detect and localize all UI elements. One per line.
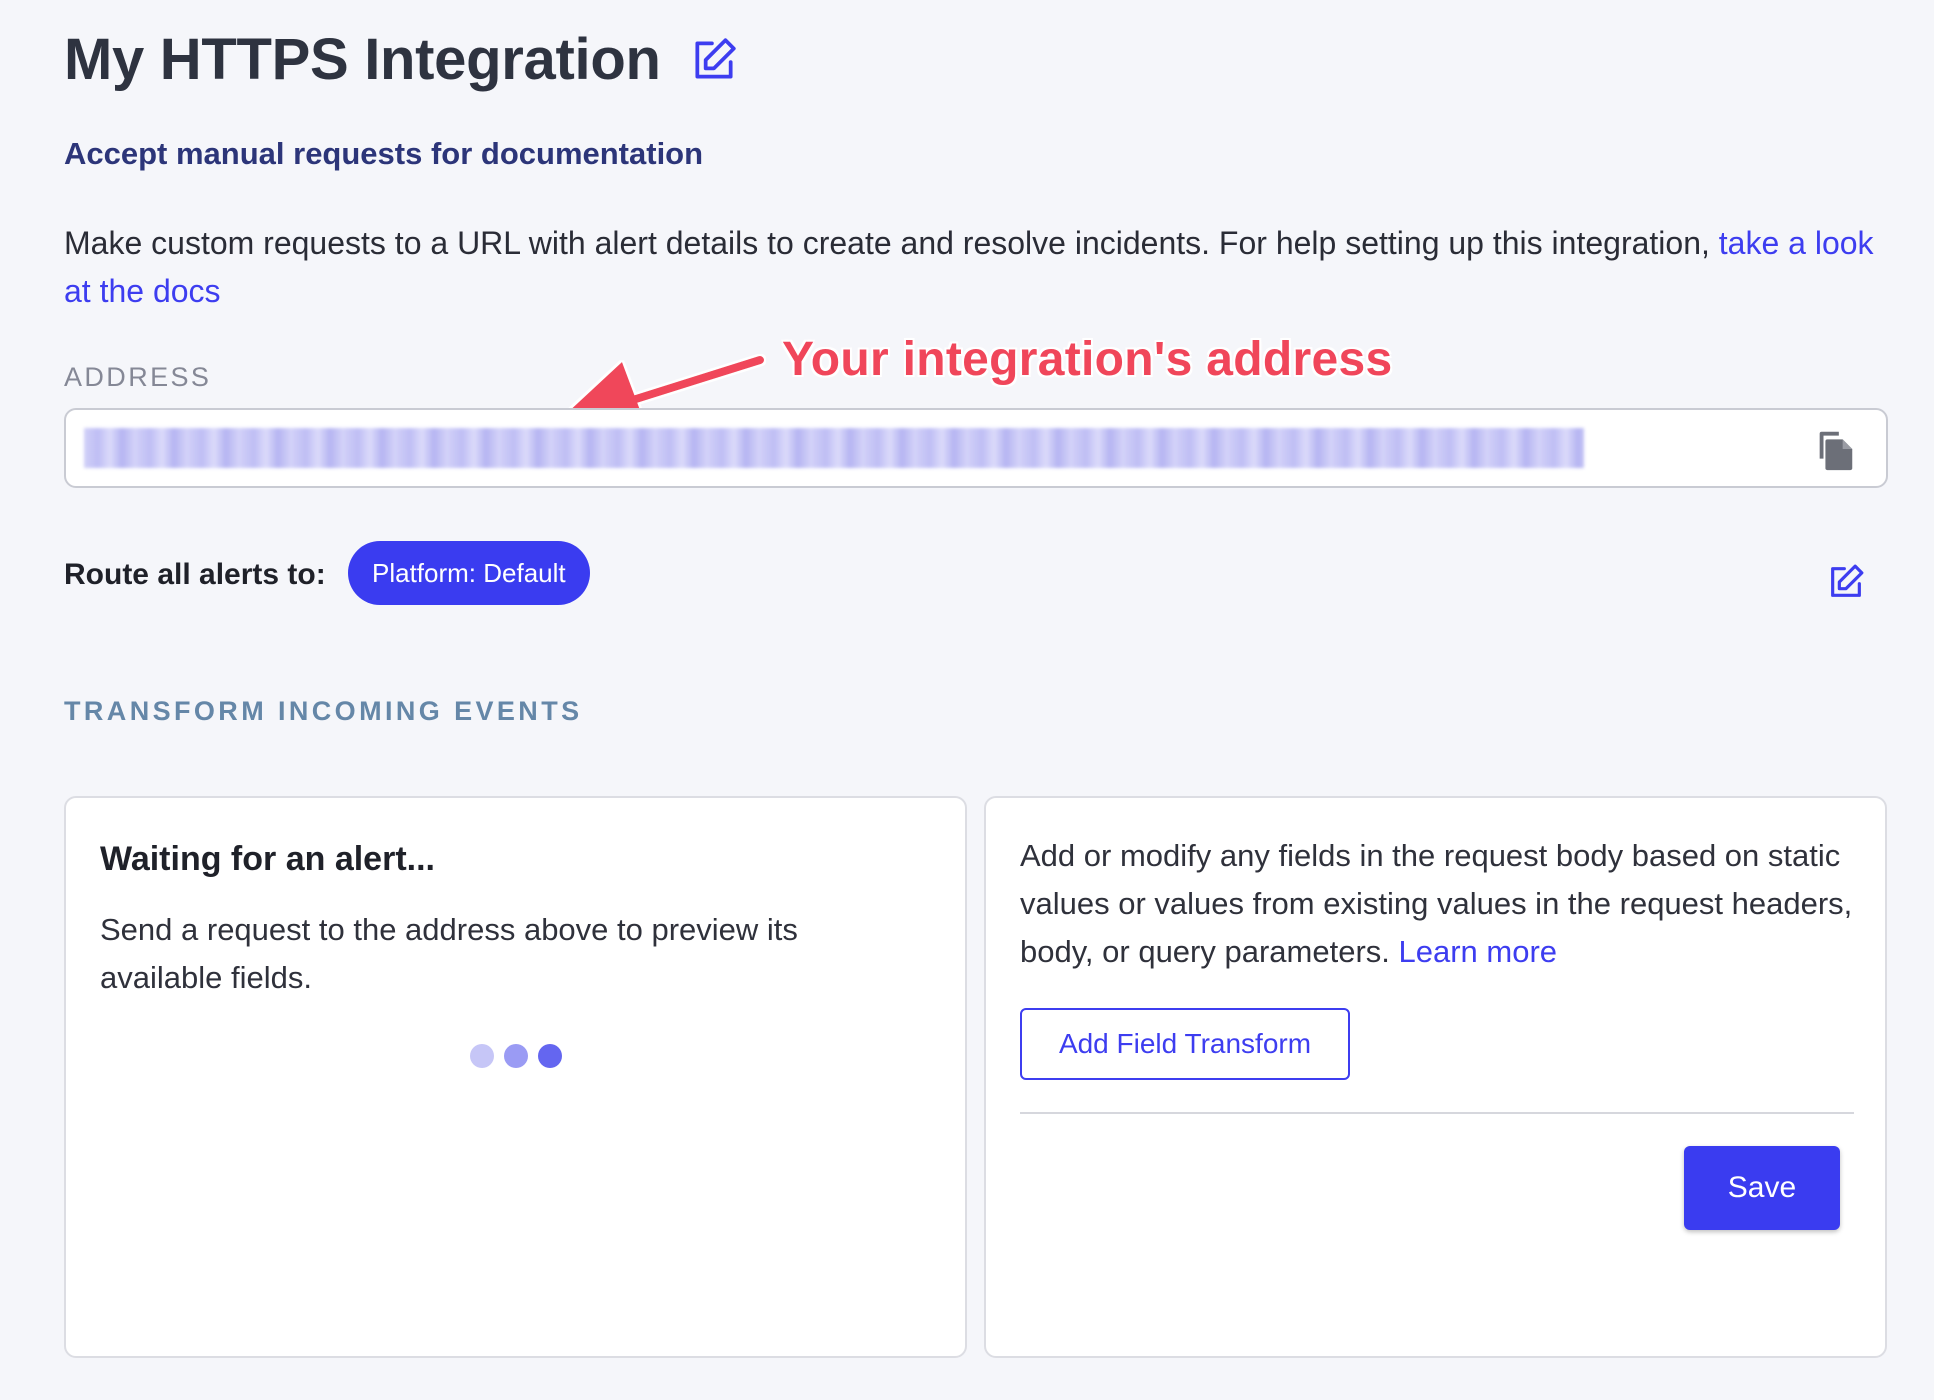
learn-more-link[interactable]: Learn more xyxy=(1399,934,1558,969)
description-text: Make custom requests to a URL with alert… xyxy=(64,225,1719,261)
save-button[interactable]: Save xyxy=(1684,1146,1840,1230)
edit-route-icon[interactable] xyxy=(1826,562,1866,602)
loading-indicator xyxy=(470,1044,562,1068)
preview-text: Send a request to the address above to p… xyxy=(100,912,798,995)
loading-dot xyxy=(504,1044,528,1068)
address-value[interactable] xyxy=(84,428,1584,468)
address-field[interactable] xyxy=(64,408,1888,488)
divider xyxy=(1020,1112,1854,1114)
preview-title: Waiting for an alert... xyxy=(100,840,435,878)
route-target-pill[interactable]: Platform: Default xyxy=(348,541,590,605)
annotation-label: Your integration's address xyxy=(782,333,1393,386)
alert-preview-card: Waiting for an alert... Send a request t… xyxy=(64,796,967,1358)
route-label: Route all alerts to: xyxy=(64,558,326,591)
loading-dot xyxy=(470,1044,494,1068)
add-field-transform-button[interactable]: Add Field Transform xyxy=(1020,1008,1350,1080)
page-title: My HTTPS Integration xyxy=(64,27,661,92)
title-row: My HTTPS Integration xyxy=(64,26,739,93)
loading-dot xyxy=(538,1044,562,1068)
edit-title-icon[interactable] xyxy=(689,35,739,85)
transform-section-label: TRANSFORM INCOMING EVENTS xyxy=(64,696,583,726)
integration-description: Make custom requests to a URL with alert… xyxy=(64,219,1874,315)
field-transform-card: Add or modify any fields in the request … xyxy=(984,796,1887,1358)
address-label: ADDRESS xyxy=(64,362,212,392)
integration-subtitle: Accept manual requests for documentation xyxy=(64,136,704,171)
field-transform-description: Add or modify any fields in the request … xyxy=(1020,832,1870,976)
copy-icon[interactable] xyxy=(1812,426,1858,472)
integration-page: My HTTPS Integration Accept manual reque… xyxy=(0,0,1934,1400)
